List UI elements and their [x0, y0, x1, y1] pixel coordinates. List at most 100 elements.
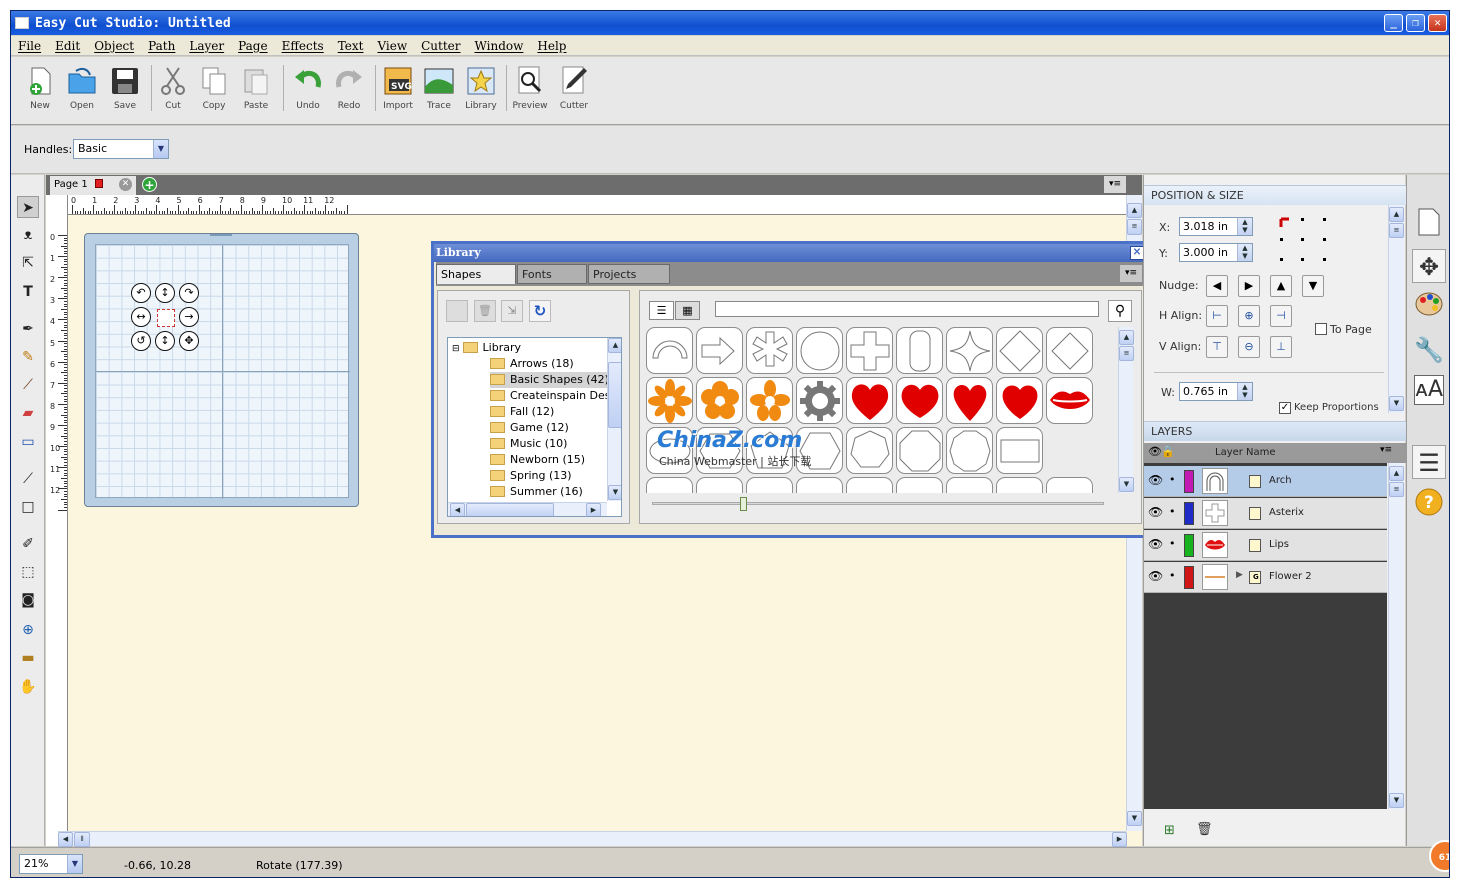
save-button[interactable]: Save — [105, 65, 145, 111]
trash-icon[interactable]: 🗑 — [474, 300, 496, 322]
shape-thumb-gear[interactable] — [796, 377, 843, 424]
paste-button[interactable]: Paste — [236, 65, 276, 111]
help-question-icon[interactable]: ? — [1412, 487, 1446, 521]
scroll-up-icon[interactable]: ▲ — [1389, 466, 1404, 481]
list-view-icon[interactable]: ☰ — [649, 301, 674, 320]
tree-horizontal-scrollbar[interactable]: ◀ ▶ — [448, 502, 607, 516]
align-top-icon[interactable]: ⊤ — [1206, 336, 1228, 358]
to-page-checkbox[interactable] — [1315, 323, 1327, 335]
layer-row-selected[interactable]: 👁 • Arch — [1144, 466, 1387, 497]
thumbnail-size-slider[interactable] — [652, 497, 1104, 511]
add-page-icon[interactable]: + — [142, 177, 157, 192]
transform-icon[interactable]: ⬚ — [17, 561, 39, 583]
shape-thumb-partial[interactable] — [996, 477, 1043, 493]
shape-thumb-flower-2[interactable] — [696, 377, 743, 424]
align-left-icon[interactable]: ⊢ — [1206, 305, 1228, 327]
scroll-thumb[interactable]: ≡ — [1127, 219, 1142, 235]
ruler-tool-icon[interactable]: ▬ — [17, 647, 39, 669]
scroll-left-icon[interactable]: ◀ — [58, 832, 73, 847]
shape-thumb-partial[interactable] — [696, 477, 743, 493]
shape-thumb-partial[interactable] — [896, 477, 943, 493]
tab-fonts[interactable]: Fonts — [517, 264, 587, 284]
shape-thumb-arch[interactable] — [646, 327, 693, 374]
menu-edit[interactable]: Edit — [48, 39, 87, 53]
tree-root[interactable]: ⊟ Library — [452, 340, 521, 356]
text-size-icon[interactable]: ᴀA — [1414, 375, 1444, 405]
menu-help[interactable]: Help — [530, 39, 573, 53]
paper-mat[interactable]: ↶ ↕ ↷ ↔ → ↺ ↕ ✥ — [84, 233, 359, 507]
shape-thumb-heart-2[interactable] — [896, 377, 943, 424]
pencil-icon[interactable]: ✎ — [17, 346, 39, 368]
layer-color[interactable] — [1184, 534, 1194, 557]
eye-icon[interactable]: 👁 — [1148, 473, 1163, 487]
refresh-icon[interactable]: ↻ — [529, 300, 551, 322]
move-handle-icon[interactable]: ✥ — [179, 331, 199, 351]
copy-button[interactable]: Copy — [194, 65, 234, 111]
close-library-icon[interactable]: ✕ — [1130, 246, 1144, 260]
spinner-icon[interactable]: ▲ ▼ — [1237, 383, 1252, 400]
minimize-button[interactable]: _ — [1384, 14, 1403, 32]
align-center-h-icon[interactable]: ⊕ — [1238, 305, 1260, 327]
scale-vertical-handle-icon[interactable]: ↕ — [155, 283, 175, 303]
tree-folder[interactable]: Fall (12) — [490, 404, 554, 420]
canvas-horizontal-scrollbar[interactable]: ◀ ⦀ ▶ — [58, 831, 1127, 847]
eyedropper-icon[interactable]: ⟋ — [17, 468, 39, 490]
cut-button[interactable]: Cut — [153, 65, 193, 111]
scroll-down-icon[interactable]: ▼ — [1389, 793, 1404, 808]
handles-select[interactable]: Basic ▼ — [73, 139, 169, 159]
shape-thumb-star-4-point[interactable] — [946, 327, 993, 374]
shape-thumb-asterisk[interactable] — [746, 327, 793, 374]
search-icon[interactable]: ⚲ — [1108, 300, 1132, 322]
lasso-select-icon[interactable]: ᴥ — [17, 224, 39, 246]
menu-object[interactable]: Object — [87, 39, 141, 53]
page-settings-icon[interactable] — [1412, 207, 1446, 241]
eye-icon[interactable]: 👁 — [1148, 569, 1163, 583]
eye-icon[interactable]: 👁 — [1148, 505, 1163, 519]
scale-horizontal-handle-icon[interactable]: ↔ — [131, 307, 151, 327]
brush-icon[interactable]: ⟋ — [17, 374, 39, 396]
scroll-right-icon[interactable]: ▶ — [1112, 832, 1127, 847]
open-button[interactable]: Open — [62, 65, 102, 111]
scroll-down-icon[interactable]: ▼ — [1127, 811, 1142, 826]
eraser-icon[interactable]: ▰ — [17, 402, 39, 424]
shape-thumb-partial[interactable] — [846, 477, 893, 493]
shape-thumb-diamond[interactable] — [996, 327, 1043, 374]
menu-file[interactable]: File — [11, 39, 48, 53]
scroll-down-icon[interactable]: ▼ — [608, 485, 621, 500]
new-button[interactable]: New — [20, 65, 60, 111]
lock-toggle[interactable]: • — [1169, 537, 1176, 550]
tab-projects[interactable]: Projects — [588, 264, 670, 284]
layer-row[interactable]: 👁 • ▶ G Flower 2 — [1144, 562, 1387, 593]
w-input[interactable]: 0.765 in ▲ ▼ — [1179, 382, 1253, 401]
cutter-button[interactable]: Cutter — [554, 65, 594, 111]
scroll-thumb[interactable]: ≡ — [1389, 482, 1404, 497]
tree-folder[interactable]: Game (12) — [490, 420, 569, 436]
undo-button[interactable]: Undo — [288, 65, 328, 111]
menu-path[interactable]: Path — [141, 39, 182, 53]
shape-thumb-rounded-rect[interactable] — [896, 327, 943, 374]
scroll-up-icon[interactable]: ▲ — [1389, 207, 1404, 222]
shape-thumb-partial[interactable] — [946, 477, 993, 493]
scroll-down-icon[interactable]: ▼ — [1389, 396, 1404, 411]
layers-scrollbar[interactable]: ▲ ≡ ▼ — [1388, 463, 1404, 809]
menu-page[interactable]: Page — [231, 39, 274, 53]
layers-menu-icon[interactable]: ▾≡ — [1380, 445, 1392, 455]
shape-thumb-arrow-right[interactable] — [696, 327, 743, 374]
pen-tool-icon[interactable]: ✒ — [17, 318, 39, 340]
layer-color[interactable] — [1184, 502, 1194, 525]
shape-thumb-diamond-small[interactable] — [1046, 327, 1093, 374]
rotate-handle-icon[interactable]: ↶ — [131, 283, 151, 303]
menu-layer[interactable]: Layer — [182, 39, 231, 53]
library-search-input[interactable] — [715, 301, 1099, 317]
shapes-vertical-scrollbar[interactable]: ▲ ≡ ▼ — [1118, 327, 1134, 493]
library-button[interactable]: Library — [461, 65, 501, 111]
rotate-handle-icon[interactable]: ↺ — [131, 331, 151, 351]
shape-thumb-flower-3[interactable] — [746, 377, 793, 424]
shape-thumb-circle[interactable] — [796, 327, 843, 374]
nudge-up-icon[interactable]: ▲ — [1270, 275, 1292, 297]
x-input[interactable]: 3.018 in ▲ ▼ — [1179, 217, 1253, 236]
reference-point-grid[interactable] — [1279, 217, 1329, 263]
keep-proportions-checkbox[interactable]: ✓ — [1279, 402, 1291, 414]
align-bottom-icon[interactable]: ⊥ — [1270, 336, 1292, 358]
shape-thumb-rectangle[interactable] — [996, 427, 1043, 474]
